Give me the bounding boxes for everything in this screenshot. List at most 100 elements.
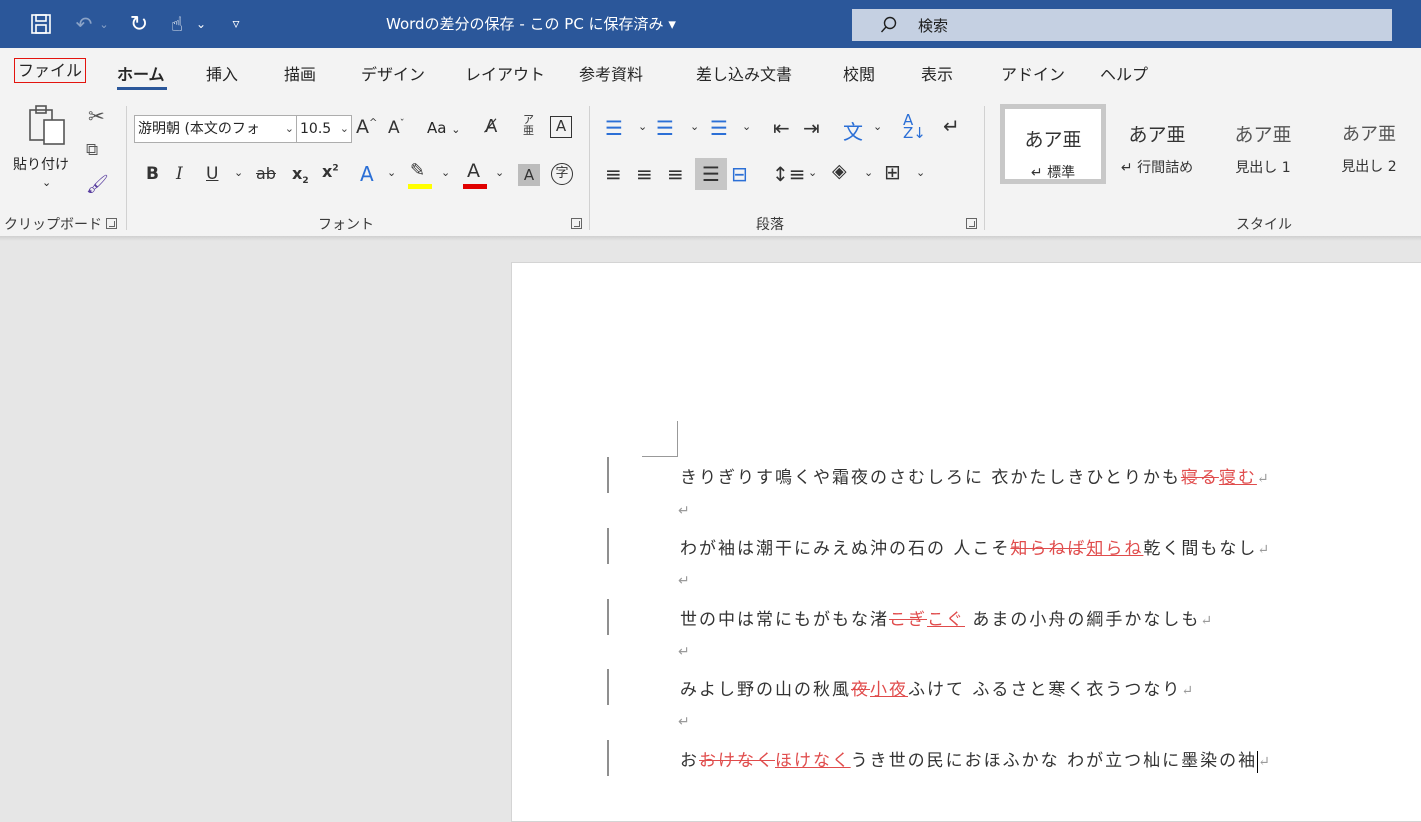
paste-label[interactable]: 貼り付け: [13, 154, 69, 174]
clipboard-launcher-icon[interactable]: [106, 218, 117, 229]
increase-indent-icon[interactable]: ⇥: [803, 116, 820, 140]
touch-dropdown-icon[interactable]: ⌄: [194, 11, 208, 37]
align-right-icon[interactable]: ≡: [667, 162, 684, 186]
change-bar: [607, 599, 609, 635]
tab-file[interactable]: ファイル: [14, 58, 87, 83]
subscript-icon[interactable]: x2: [292, 164, 309, 186]
search-input[interactable]: 検索: [852, 9, 1392, 41]
bullets-icon[interactable]: ☰: [605, 116, 623, 140]
paragraph-mark: ↵: [678, 573, 690, 589]
style-heading-1[interactable]: あア亜 見出し 1: [1210, 104, 1316, 184]
style-preview: あア亜: [1342, 124, 1396, 145]
bold-icon[interactable]: B: [146, 164, 159, 184]
line-spacing-dropdown-icon[interactable]: ⌄: [808, 166, 817, 179]
character-shading-icon[interactable]: A: [518, 164, 540, 186]
text-effects-dropdown-icon[interactable]: ⌄: [387, 166, 396, 179]
style-name: 見出し 1: [1235, 160, 1291, 176]
multilevel-list-icon[interactable]: ☰: [710, 116, 728, 140]
sort-icon[interactable]: A Z↓: [903, 113, 926, 141]
numbering-icon[interactable]: ☰: [656, 116, 674, 140]
copy-icon[interactable]: ⧉: [86, 140, 98, 160]
numbering-dropdown-icon[interactable]: ⌄: [690, 120, 699, 133]
redo-icon[interactable]: ↻: [126, 11, 152, 37]
tab-view[interactable]: 表示: [921, 61, 953, 85]
font-name-combo[interactable]: 游明朝 (本文のフォ ⌄: [134, 115, 297, 143]
underline-dropdown-icon[interactable]: ⌄: [234, 166, 243, 179]
highlight-dropdown-icon[interactable]: ⌄: [441, 166, 450, 179]
undo-dropdown-icon[interactable]: ⌄: [98, 11, 110, 37]
group-separator: [589, 106, 590, 230]
borders-icon[interactable]: ⊞: [884, 160, 901, 184]
phonetic-guide-icon[interactable]: ア亜: [523, 114, 534, 136]
tab-design[interactable]: デザイン: [361, 61, 425, 85]
tab-addins[interactable]: アドイン: [1001, 61, 1065, 85]
asian-layout-dropdown-icon[interactable]: ⌄: [873, 120, 882, 133]
tab-insert[interactable]: 挿入: [206, 61, 238, 85]
paste-icon[interactable]: [24, 104, 70, 155]
justify-icon[interactable]: ☰: [695, 158, 727, 190]
margin-corner-mark: [642, 421, 678, 457]
line-spacing-icon[interactable]: ↕≡: [772, 162, 806, 186]
tab-review[interactable]: 校閲: [843, 61, 875, 85]
text-effects-icon[interactable]: A: [360, 162, 374, 186]
style-name: ↵ 標準: [1030, 165, 1076, 181]
show-formatting-icon[interactable]: ↵: [943, 114, 960, 138]
highlight-icon[interactable]: ✎: [410, 160, 425, 181]
distributed-icon[interactable]: ⊟: [731, 162, 748, 186]
style-preview: あア亜: [1234, 124, 1292, 146]
grow-font-icon[interactable]: A^: [356, 116, 377, 138]
group-label-paragraph: 段落: [756, 217, 784, 233]
style-no-spacing[interactable]: あア亜 ↵ 行間詰め: [1104, 104, 1210, 184]
style-heading-2[interactable]: あア亜 見出し 2: [1316, 104, 1421, 184]
strikethrough-icon[interactable]: ab: [256, 164, 276, 183]
format-painter-icon[interactable]: 🖌: [86, 174, 109, 195]
document-title[interactable]: Wordの差分の保存 - この PC に保存済み ▾: [386, 13, 676, 34]
font-color-dropdown-icon[interactable]: ⌄: [495, 166, 504, 179]
chevron-down-icon: ⌄: [282, 116, 294, 142]
change-bar: [607, 669, 609, 705]
document-line[interactable]: わが袖は潮干にみえぬ沖の石の 人こそ知らねば知らね乾く間もなし↵: [680, 534, 1271, 559]
clear-formatting-icon[interactable]: A̸: [485, 116, 497, 137]
bullets-dropdown-icon[interactable]: ⌄: [638, 120, 647, 133]
customize-icon[interactable]: ▿: [226, 11, 246, 37]
document-line[interactable]: おおけなくほけなくうき世の民におほふかな わが立つ杣に墨染の袖↵: [680, 746, 1272, 773]
document-line[interactable]: みよし野の山の秋風夜小夜ふけて ふるさと寒く衣うつなり↵: [680, 675, 1195, 700]
tab-home[interactable]: ホーム: [117, 61, 165, 85]
tab-draw[interactable]: 描画: [284, 61, 316, 85]
paragraph-mark: ↵: [678, 714, 690, 730]
shrink-font-icon[interactable]: Aˇ: [388, 118, 405, 138]
align-left-icon[interactable]: ≡: [605, 162, 622, 186]
font-launcher-icon[interactable]: [571, 218, 582, 229]
touch-mode-icon[interactable]: ☝: [164, 11, 190, 37]
tab-mailings[interactable]: 差し込み文書: [696, 61, 792, 85]
multilevel-dropdown-icon[interactable]: ⌄: [742, 120, 751, 133]
character-border-icon[interactable]: A: [550, 116, 572, 138]
document-line[interactable]: 世の中は常にもがもな渚こぎこぐ あまの小舟の綱手かなしも↵: [680, 605, 1214, 630]
tab-layout[interactable]: レイアウト: [465, 61, 545, 85]
style-normal[interactable]: あア亜 ↵ 標準: [1000, 104, 1106, 184]
cut-icon[interactable]: ✂: [88, 104, 105, 128]
font-size-combo[interactable]: 10.5 ⌄: [296, 115, 352, 143]
font-color-icon[interactable]: A: [467, 160, 480, 182]
decrease-indent-icon[interactable]: ⇤: [773, 116, 790, 140]
search-placeholder: 検索: [918, 16, 949, 35]
tab-references[interactable]: 参考資料: [579, 61, 643, 85]
save-icon[interactable]: [28, 11, 54, 37]
superscript-icon[interactable]: x2: [322, 162, 339, 181]
enclosed-character-icon[interactable]: 字: [551, 163, 573, 185]
italic-icon[interactable]: I: [176, 164, 183, 184]
tab-help[interactable]: ヘルプ: [1100, 61, 1148, 85]
undo-icon[interactable]: ↶: [72, 11, 96, 37]
paragraph-launcher-icon[interactable]: [966, 218, 977, 229]
underline-icon[interactable]: U: [206, 164, 218, 184]
document-line[interactable]: きりぎりす鳴くや霜夜のさむしろに 衣かたしきひとりかも寝る寝む↵: [680, 463, 1271, 488]
chevron-down-icon: ⌄: [337, 116, 349, 142]
borders-dropdown-icon[interactable]: ⌄: [916, 166, 925, 179]
change-case-button[interactable]: Aa ⌄: [427, 119, 460, 137]
shading-dropdown-icon[interactable]: ⌄: [864, 166, 873, 179]
shading-icon[interactable]: ◈: [832, 160, 847, 182]
asian-layout-icon[interactable]: 文: [843, 116, 863, 145]
paste-dropdown-icon[interactable]: ⌄: [42, 176, 51, 189]
document-page[interactable]: きりぎりす鳴くや霜夜のさむしろに 衣かたしきひとりかも寝る寝む↵ ↵ わが袖は潮…: [511, 262, 1421, 822]
align-center-icon[interactable]: ≡: [636, 162, 653, 186]
